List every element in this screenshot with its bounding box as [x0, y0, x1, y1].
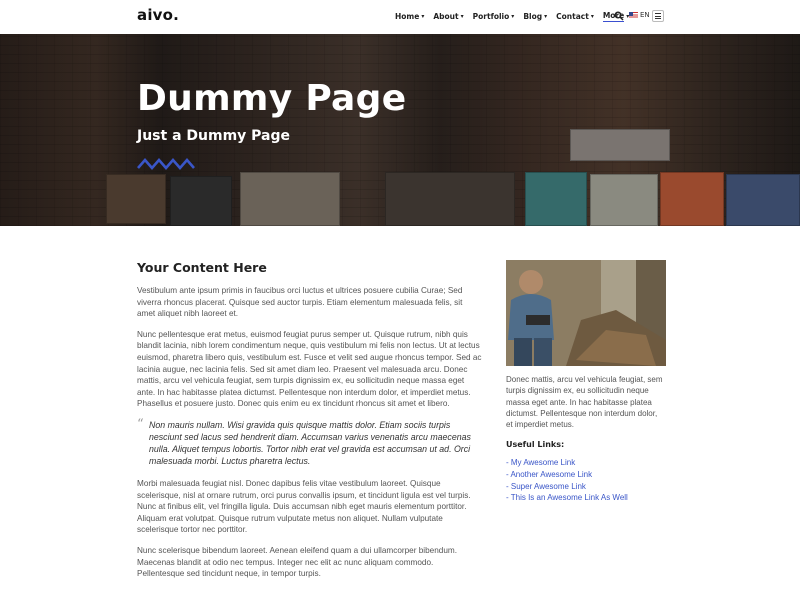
poster-decoration — [385, 172, 515, 226]
sidebar: Donec mattis, arcu vel vehicula feugiat,… — [506, 260, 666, 504]
quote-icon: “ — [137, 416, 144, 432]
nav-item-blog[interactable]: Blog ▾ — [523, 11, 547, 22]
sidebar-text: Donec mattis, arcu vel vehicula feugiat,… — [506, 375, 663, 430]
hero-banner: Dummy Page Just a Dummy Page — [0, 34, 800, 226]
chevron-down-icon: ▾ — [421, 13, 425, 20]
poster-decoration — [525, 172, 587, 226]
poster-decoration — [106, 174, 166, 224]
quote-text: Non mauris nullam. Wisi gravida quis qui… — [149, 419, 471, 466]
nav-label: Portfolio — [472, 12, 510, 21]
menu-icon-line — [655, 15, 661, 17]
chevron-down-icon: ▾ — [544, 13, 548, 20]
poster-decoration — [726, 174, 800, 226]
poster-decoration — [240, 172, 340, 226]
poster-decoration — [590, 174, 658, 226]
content-paragraph: Nunc pellentesque erat metus, euismod fe… — [137, 329, 482, 409]
chevron-down-icon: ▾ — [511, 13, 515, 20]
zigzag-accent-icon — [137, 158, 195, 170]
menu-icon-line — [655, 13, 661, 14]
search-icon[interactable] — [614, 11, 624, 21]
sidebar-link[interactable]: - Super Awesome Link — [506, 481, 666, 493]
nav-label: Blog — [523, 12, 543, 21]
site-logo[interactable]: aivo. — [137, 6, 179, 24]
poster-decoration — [570, 129, 670, 161]
language-selector[interactable]: EN — [629, 11, 650, 19]
page-title: Dummy Page — [137, 78, 407, 119]
nav-item-portfolio[interactable]: Portfolio ▾ — [473, 11, 515, 22]
useful-links-heading: Useful Links: — [506, 440, 565, 450]
nav-label: Contact — [556, 12, 589, 21]
sidebar-link[interactable]: - Another Awesome Link — [506, 469, 666, 481]
main-content: Your Content Here Vestibulum ante ipsum … — [137, 260, 482, 589]
nav-item-home[interactable]: Home ▾ — [395, 11, 424, 22]
sidebar-photo — [506, 260, 666, 366]
content-paragraph: Vestibulum ante ipsum primis in faucibus… — [137, 286, 463, 319]
flag-icon — [629, 12, 638, 18]
content-paragraph: Nunc scelerisque bibendum laoreet. Aenea… — [137, 545, 457, 579]
chevron-down-icon: ▾ — [590, 13, 594, 20]
content-paragraph: Morbi malesuada feugiat nisl. Donec dapi… — [137, 478, 471, 535]
sidebar-link[interactable]: - My Awesome Link — [506, 457, 666, 469]
hamburger-menu-button[interactable] — [652, 10, 664, 22]
menu-icon-line — [655, 18, 661, 19]
poster-decoration — [170, 176, 232, 226]
nav-label: About — [433, 12, 459, 21]
page-subtitle: Just a Dummy Page — [137, 128, 291, 144]
nav-item-about[interactable]: About ▾ — [433, 11, 463, 22]
main-nav: Home ▾ About ▾ Portfolio ▾ Blog ▾ Contact ▾ M… — [395, 11, 638, 22]
chevron-down-icon: ▾ — [460, 13, 464, 20]
top-navigation-bar: aivo. Home ▾ About ▾ Portfolio ▾ Blog ▾ Cont… — [0, 0, 800, 34]
sidebar-photo-illustration — [506, 260, 666, 366]
blockquote: “ Non mauris nullam. Wisi gravida quis q… — [137, 416, 482, 467]
poster-decoration — [660, 172, 724, 226]
nav-label: Home — [395, 12, 420, 21]
language-label: EN — [640, 11, 650, 19]
sidebar-link[interactable]: - This Is an Awesome Link As Well — [506, 492, 666, 504]
nav-item-contact[interactable]: Contact ▾ — [556, 11, 594, 22]
content-heading: Your Content Here — [137, 260, 267, 275]
